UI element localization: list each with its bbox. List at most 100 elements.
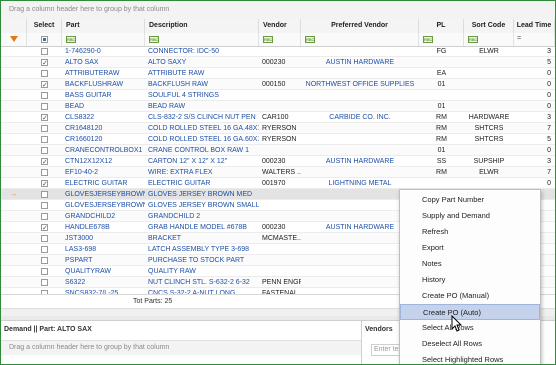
- cell-sort-code[interactable]: [464, 57, 514, 68]
- cell-preferred-vendor[interactable]: [301, 46, 419, 57]
- row-select-checkbox[interactable]: [41, 213, 48, 220]
- table-row[interactable]: CLS8322CLS-832-2 S/S CLINCH NUT PENCAR10…: [1, 112, 555, 124]
- cell-pl[interactable]: RM: [419, 167, 464, 178]
- filter-cell-sort-code[interactable]: RBC: [464, 33, 514, 46]
- cell-part[interactable]: EF10-40-2: [62, 167, 145, 178]
- context-menu-item[interactable]: Deselect All Rows: [400, 336, 540, 352]
- text-filter-icon[interactable]: RBC: [66, 36, 76, 43]
- cell-part[interactable]: JST3000: [62, 233, 145, 244]
- cell-part[interactable]: CR1648120: [62, 123, 145, 134]
- cell-vendor[interactable]: [259, 68, 301, 79]
- cell-pl[interactable]: RM: [419, 123, 464, 134]
- header-pl[interactable]: PL: [419, 19, 464, 33]
- cell-preferred-vendor[interactable]: [301, 123, 419, 134]
- cell-lead-time[interactable]: 0: [514, 68, 555, 79]
- cell-preferred-vendor[interactable]: NORTHWEST OFFICE SUPPLIES: [301, 79, 419, 90]
- cell-vendor[interactable]: RYERSON: [259, 134, 301, 145]
- context-menu-item[interactable]: Refresh: [400, 224, 540, 240]
- cell-sort-code[interactable]: [464, 68, 514, 79]
- cell-part[interactable]: 1-746290-0: [62, 46, 145, 57]
- cell-part[interactable]: QUALITYRAW: [62, 266, 145, 277]
- cell-sort-code[interactable]: [464, 90, 514, 101]
- table-row[interactable]: ATTRIBUTERAW ATTRIBUTE RAW EA 0: [1, 68, 555, 79]
- cell-lead-time[interactable]: 3: [514, 112, 555, 123]
- cell-part[interactable]: CTN12X12X12: [62, 156, 145, 167]
- cell-description[interactable]: CLS-832-2 S/S CLINCH NUT PEN: [145, 112, 259, 123]
- cell-vendor[interactable]: [259, 255, 301, 266]
- cell-vendor[interactable]: 000230: [259, 222, 301, 233]
- cell-description[interactable]: ATTRIBUTE RAW: [145, 68, 259, 79]
- cell-preferred-vendor[interactable]: [301, 90, 419, 101]
- cell-description[interactable]: GRANDCHILD 2: [145, 211, 259, 222]
- cell-part[interactable]: CR1660120: [62, 134, 145, 145]
- header-vendor[interactable]: Vendor: [259, 19, 301, 33]
- cell-sort-code[interactable]: [464, 101, 514, 112]
- cell-lead-time[interactable]: 5: [514, 57, 555, 68]
- cell-preferred-vendor[interactable]: CARBIDE CO. INC.: [301, 112, 419, 123]
- context-menu-item[interactable]: Select Highlighted Rows: [400, 352, 540, 364]
- context-menu-item[interactable]: Notes: [400, 256, 540, 272]
- cell-part[interactable]: CLS8322: [62, 112, 145, 123]
- cell-vendor[interactable]: 000230: [259, 57, 301, 68]
- cell-pl[interactable]: 01: [419, 79, 464, 90]
- cell-description[interactable]: PURCHASE TO STOCK PART: [145, 255, 259, 266]
- row-select-checkbox[interactable]: [41, 246, 48, 253]
- cell-vendor[interactable]: RYERSON: [259, 123, 301, 134]
- cell-vendor[interactable]: [259, 46, 301, 57]
- cell-vendor[interactable]: 000150: [259, 79, 301, 90]
- context-menu-item[interactable]: Create PO (Auto): [400, 304, 540, 320]
- cell-sort-code[interactable]: [464, 79, 514, 90]
- cell-preferred-vendor[interactable]: AUSTIN HARDWARE: [301, 156, 419, 167]
- cell-lead-time[interactable]: 5: [514, 134, 555, 145]
- cell-vendor[interactable]: [259, 244, 301, 255]
- header-part[interactable]: Part: [62, 19, 145, 33]
- header-description[interactable]: Description: [145, 19, 259, 33]
- row-select-checkbox[interactable]: [41, 125, 48, 132]
- cell-vendor[interactable]: CAR100: [259, 112, 301, 123]
- cell-pl[interactable]: 01: [419, 145, 464, 156]
- context-menu-item[interactable]: Select All Rows: [400, 320, 540, 336]
- text-filter-icon[interactable]: RBC: [423, 36, 433, 43]
- cell-part[interactable]: BACKFLUSHRAW: [62, 79, 145, 90]
- filter-funnel-icon[interactable]: [10, 36, 18, 42]
- table-row[interactable]: CR1660120 COLD ROLLED STEEL 16 GA.60X120 R…: [1, 134, 555, 145]
- cell-lead-time[interactable]: 0: [514, 90, 555, 101]
- cell-preferred-vendor[interactable]: [301, 134, 419, 145]
- cell-description[interactable]: SOULFUL 4 STRINGS: [145, 90, 259, 101]
- text-filter-icon[interactable]: RBC: [263, 36, 273, 43]
- filter-cell-indicator[interactable]: [1, 33, 27, 46]
- text-filter-icon[interactable]: RBC: [468, 36, 478, 43]
- cell-sort-code[interactable]: HARDWARE: [464, 112, 514, 123]
- row-select-checkbox[interactable]: [41, 179, 48, 190]
- row-select-checkbox[interactable]: [41, 157, 48, 168]
- row-select-checkbox[interactable]: [41, 92, 48, 99]
- cell-preferred-vendor[interactable]: LIGHTNING METAL: [301, 178, 419, 189]
- cell-part[interactable]: S6322: [62, 277, 145, 288]
- cell-pl[interactable]: RM: [419, 112, 464, 123]
- cell-lead-time[interactable]: 0: [514, 145, 555, 156]
- cell-part[interactable]: BASS GUITAR: [62, 90, 145, 101]
- cell-vendor[interactable]: 000230: [259, 156, 301, 167]
- table-row[interactable]: EF10-40-2 WIRE: EXTRA FLEX WALTERS ... RM EL…: [1, 167, 555, 178]
- cell-description[interactable]: ALTO SAXY: [145, 57, 259, 68]
- row-select-checkbox[interactable]: [41, 268, 48, 275]
- cell-description[interactable]: COLD ROLLED STEEL 16 GA.60X120: [145, 134, 259, 145]
- cell-lead-time[interactable]: 7: [514, 167, 555, 178]
- cell-sort-code[interactable]: [464, 178, 514, 189]
- row-select-checkbox[interactable]: [41, 80, 48, 91]
- equals-filter-icon[interactable]: =: [517, 35, 521, 42]
- cell-description[interactable]: BACKFLUSH RAW: [145, 79, 259, 90]
- cell-pl[interactable]: [419, 178, 464, 189]
- filter-cell-lead-time[interactable]: =: [514, 33, 555, 46]
- context-menu-item[interactable]: Export: [400, 240, 540, 256]
- cell-description[interactable]: WIRE: EXTRA FLEX: [145, 167, 259, 178]
- row-select-checkbox[interactable]: [41, 223, 48, 234]
- cell-preferred-vendor[interactable]: [301, 68, 419, 79]
- demand-group-by-bar[interactable]: Drag a column header here to group by th…: [1, 340, 361, 355]
- context-menu-item[interactable]: Create PO (Manual): [400, 288, 540, 304]
- table-row[interactable]: CR1648120 COLD ROLLED STEEL 16 GA.48X120 R…: [1, 123, 555, 134]
- cell-pl[interactable]: FG: [419, 46, 464, 57]
- cell-part[interactable]: GLOVESJERSEYBROWNS...: [62, 200, 145, 211]
- row-select-checkbox[interactable]: [41, 103, 48, 110]
- cell-description[interactable]: GLOVES JERSEY BROWN SMALL: [145, 200, 259, 211]
